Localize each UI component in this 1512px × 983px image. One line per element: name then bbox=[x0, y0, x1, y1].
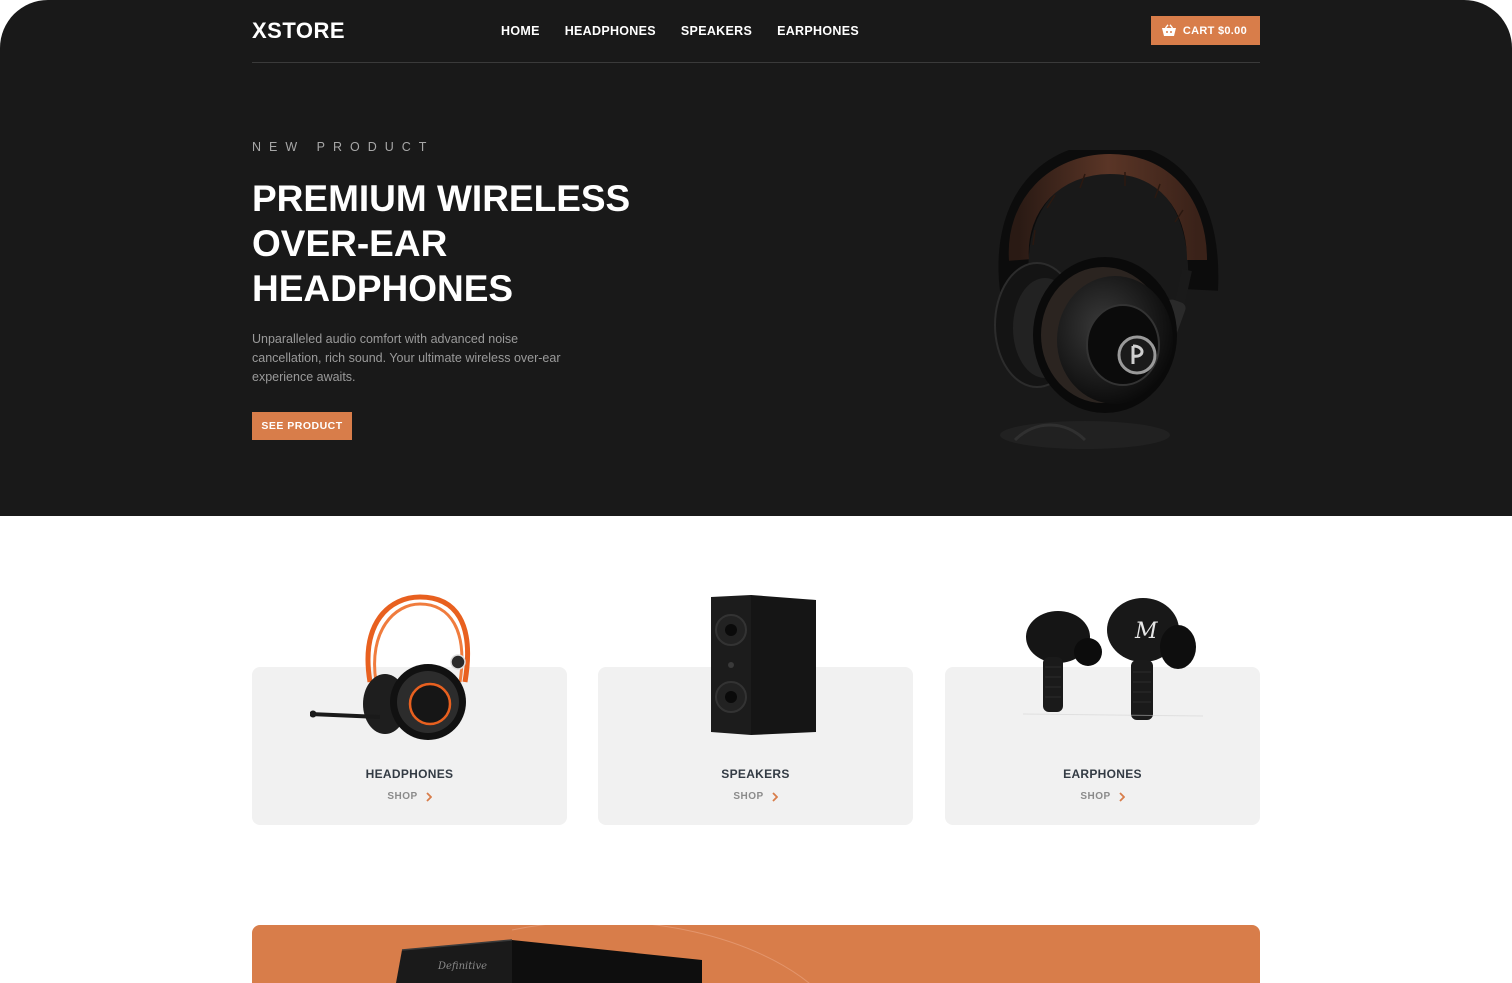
promo-brand-mark: Definitive bbox=[437, 961, 487, 972]
nav-earphones[interactable]: EARPHONES bbox=[777, 24, 859, 38]
category-name: HEADPHONES bbox=[365, 767, 454, 781]
hero-headphones-image bbox=[994, 150, 1219, 449]
nav-headphones[interactable]: HEADPHONES bbox=[565, 24, 656, 38]
category-card-earphones[interactable]: M EARPHONES SHOP bbox=[945, 598, 1260, 825]
see-product-button[interactable]: SEE PRODUCT bbox=[252, 412, 352, 440]
logo[interactable]: XSTORE bbox=[252, 18, 345, 44]
nav-home[interactable]: HOME bbox=[501, 24, 540, 38]
shop-link[interactable]: SHOP bbox=[945, 791, 1260, 802]
hero-description: Unparalleled audio comfort with advanced… bbox=[252, 332, 561, 384]
category-card-speakers[interactable]: SPEAKERS SHOP bbox=[598, 595, 913, 825]
nav-speakers[interactable]: SPEAKERS bbox=[681, 24, 752, 38]
top-nav: XSTORE HOME HEADPHONES SPEAKERS EARPHONE… bbox=[252, 0, 1260, 63]
hero-overline: NEW PRODUCT bbox=[252, 140, 435, 154]
main-menu: HOME HEADPHONES SPEAKERS EARPHONES bbox=[501, 24, 859, 38]
page: XSTORE HOME HEADPHONES SPEAKERS EARPHONE… bbox=[0, 0, 1512, 983]
chevron-right-icon bbox=[772, 791, 778, 802]
promo-banner: Definitive bbox=[252, 925, 1260, 983]
chevron-right-icon bbox=[1119, 791, 1125, 802]
category-headphones-image bbox=[309, 594, 470, 740]
shop-label: SHOP bbox=[733, 791, 764, 802]
hero-section: XSTORE HOME HEADPHONES SPEAKERS EARPHONE… bbox=[0, 0, 1512, 516]
shop-label: SHOP bbox=[387, 791, 418, 802]
cart-label: CART $0.00 bbox=[1182, 24, 1247, 37]
svg-text:M: M bbox=[1134, 619, 1158, 644]
shop-link[interactable]: SHOP bbox=[598, 791, 913, 802]
promo-speaker-image: Definitive bbox=[396, 925, 810, 983]
shop-link[interactable]: SHOP bbox=[252, 791, 567, 802]
category-name: EARPHONES bbox=[1063, 767, 1142, 781]
category-name: SPEAKERS bbox=[721, 767, 790, 781]
basket-icon bbox=[1161, 24, 1176, 36]
hero-title: PREMIUM WIRELESS OVER-EAR HEADPHONES bbox=[252, 178, 631, 309]
category-earphones-image: M bbox=[1022, 598, 1203, 720]
chevron-right-icon bbox=[426, 791, 432, 802]
category-speakers-image bbox=[710, 595, 816, 735]
category-card-headphones[interactable]: HEADPHONES SHOP bbox=[252, 594, 567, 825]
shop-label: SHOP bbox=[1080, 791, 1111, 802]
cart-button[interactable]: CART $0.00 bbox=[1150, 16, 1260, 45]
